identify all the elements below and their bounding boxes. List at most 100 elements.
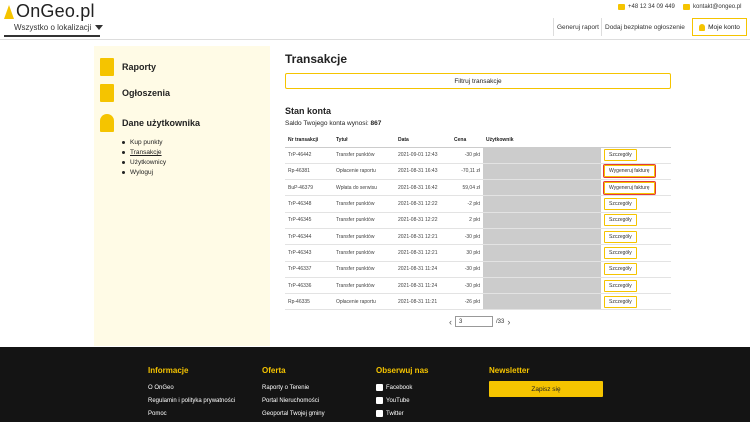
cell-action: Szczegóły xyxy=(601,293,671,311)
sidebar-section-listings[interactable]: Ogłoszenia xyxy=(100,84,170,102)
cell-title: Transfer punktów xyxy=(333,244,395,262)
cell-price: 59,04 zł xyxy=(451,179,483,197)
table-row: Rp-46335 Opłacenie raportu 2021-08-31 11:2… xyxy=(285,293,671,311)
footer-link-geoportal[interactable]: Geoportal Twojej gminy xyxy=(262,407,325,420)
details-button[interactable]: Szczegóły xyxy=(604,246,637,259)
cell-user-redacted xyxy=(483,277,601,295)
sidebar-section-title: Ogłoszenia xyxy=(122,88,171,98)
sidebar-section-title: Dane użytkownika xyxy=(122,118,201,128)
cell-title: Opłacenie raportu xyxy=(333,293,395,311)
sidebar-section-reports[interactable]: Raporty xyxy=(100,58,156,76)
details-button[interactable]: Szczegóły xyxy=(604,295,637,308)
cell-action: Szczegóły xyxy=(601,244,671,262)
table-row: Rp-46381 Opłacenie raportu 2021-08-31 16:4… xyxy=(285,163,671,181)
sidebar: Raporty Ogłoszenia Dane użytkownika Kup … xyxy=(94,46,270,346)
cell-date: 2021-08-31 12:22 xyxy=(395,212,451,229)
nav-add-listing[interactable]: Dodaj bezpłatne ogłoszenie xyxy=(601,18,688,36)
newsletter-subscribe-button[interactable]: Zapisz się xyxy=(489,381,603,397)
chevron-right-icon[interactable]: › xyxy=(507,317,510,327)
table-row: TrP-46345 Transfer punktów 2021-08-31 12:2… xyxy=(285,212,671,229)
details-button[interactable]: Szczegóły xyxy=(604,149,637,162)
details-button[interactable]: Szczegóły xyxy=(604,214,637,227)
cell-price: -30 pkt xyxy=(451,277,483,295)
logo-icon xyxy=(4,5,14,19)
table-row: TrP-46336 Transfer punktów 2021-08-31 11:2… xyxy=(285,277,671,295)
col-header-date: Data xyxy=(395,134,451,148)
phone-number: +48 12 34 09 449 xyxy=(628,4,675,10)
cell-price: -30 pkt xyxy=(451,261,483,278)
phone-icon xyxy=(618,4,625,10)
cell-action: Szczegóły xyxy=(601,212,671,229)
footer-link-portal[interactable]: Portal Nieruchomości xyxy=(262,394,325,407)
footer-link-youtube[interactable]: YouTube xyxy=(376,394,428,407)
table-row: TrP-46344 Transfer punktów 2021-08-31 12:2… xyxy=(285,228,671,246)
page-total: /33 xyxy=(496,318,505,325)
sidebar-item-logout[interactable]: Wyloguj xyxy=(122,169,153,176)
sidebar-item-transactions[interactable]: Transakcje xyxy=(122,149,162,156)
details-button[interactable]: Szczegóły xyxy=(604,230,637,243)
cell-price: -30 pkt xyxy=(451,147,483,164)
pagination: ‹ 3 /33 › xyxy=(449,316,510,327)
cell-id: TrP-46343 xyxy=(285,244,333,262)
user-icon xyxy=(100,114,114,132)
cell-title: Wpłata do serwisu xyxy=(333,179,395,197)
chevron-left-icon[interactable]: ‹ xyxy=(449,317,452,327)
cell-price: -30 pkt xyxy=(451,228,483,246)
footer-link-about[interactable]: O OnGeo xyxy=(148,381,235,394)
balance-title: Stan konta xyxy=(285,106,332,116)
cell-price: -2 pkt xyxy=(451,195,483,213)
cell-date: 2021-08-31 11:24 xyxy=(395,277,451,295)
cell-date: 2021-08-31 11:21 xyxy=(395,293,451,311)
footer-link-terms[interactable]: Regulamin i polityka prywatności xyxy=(148,394,235,407)
footer-link-twitter[interactable]: Twitter xyxy=(376,407,428,420)
region-select[interactable]: Wszystko o lokalizacji xyxy=(14,23,104,32)
nav-generate-report[interactable]: Generuj raport xyxy=(553,18,602,36)
logo-text: OnGeo.pl xyxy=(16,1,95,21)
cell-id: TrP-46337 xyxy=(285,261,333,278)
cell-price: -70,11 zł xyxy=(451,163,483,181)
table-row: TrP-46343 Transfer punktów 2021-08-31 12:2… xyxy=(285,244,671,262)
phone-contact[interactable]: +48 12 34 09 449 xyxy=(618,4,675,10)
generate-invoice-button[interactable]: Wygeneruj fakturę xyxy=(603,180,656,195)
col-header-title: Tytuł xyxy=(333,134,395,148)
details-button[interactable]: Szczegóły xyxy=(604,198,637,211)
footer-info: Informacje O OnGeo Regulamin i polityka … xyxy=(148,366,235,420)
cell-id: TrP-46336 xyxy=(285,277,333,295)
sidebar-item-users[interactable]: Użytkownicy xyxy=(122,159,166,166)
footer-heading: Obserwuj nas xyxy=(376,366,429,375)
transactions-table: Nr transakcji Tytuł Data Cena Użytkownik… xyxy=(285,134,671,311)
footer-link-reports[interactable]: Raporty o Terenie xyxy=(262,381,325,394)
sidebar-section-user-data[interactable]: Dane użytkownika xyxy=(100,114,200,132)
cell-title: Transfer punktów xyxy=(333,261,395,278)
footer-newsletter: Newsletter Zapisz się xyxy=(489,366,603,397)
details-button[interactable]: Szczegóły xyxy=(604,263,637,276)
cell-id: BuP-46379 xyxy=(285,179,333,197)
my-account-button[interactable]: Moje konto xyxy=(692,18,747,36)
email-contact[interactable]: kontakt@ongeo.pl xyxy=(683,4,741,10)
footer-heading: Oferta xyxy=(262,366,286,375)
col-header-id: Nr transakcji xyxy=(285,134,333,148)
details-button[interactable]: Szczegóły xyxy=(604,279,637,292)
facebook-icon xyxy=(376,384,383,391)
page-title: Transakcje xyxy=(285,52,348,66)
cell-date: 2021-08-31 16:43 xyxy=(395,163,451,181)
footer-link-facebook[interactable]: Facebook xyxy=(376,381,428,394)
sidebar-item-buy-points[interactable]: Kup punkty xyxy=(122,139,163,146)
cell-price: 2 pkt xyxy=(451,212,483,229)
cell-user-redacted xyxy=(483,195,601,213)
footer-link-help[interactable]: Pomoc xyxy=(148,407,235,420)
balance-value: 867 xyxy=(370,120,382,127)
page-input[interactable]: 3 xyxy=(455,316,493,327)
cell-title: Transfer punktów xyxy=(333,228,395,246)
mail-icon xyxy=(683,4,690,10)
generate-invoice-button[interactable]: Wygeneruj fakturę xyxy=(603,164,656,179)
logo[interactable]: OnGeo.pl xyxy=(4,0,95,22)
cell-price: 30 pkt xyxy=(451,244,483,262)
col-header-price: Cena xyxy=(451,134,483,148)
cell-date: 2021-08-31 11:24 xyxy=(395,261,451,278)
youtube-icon xyxy=(376,397,383,404)
cell-id: Rp-46335 xyxy=(285,293,333,311)
filter-transactions-button[interactable]: Filtruj transakcje xyxy=(285,73,671,89)
cell-user-redacted xyxy=(483,147,601,164)
footer-heading: Informacje xyxy=(148,366,189,375)
